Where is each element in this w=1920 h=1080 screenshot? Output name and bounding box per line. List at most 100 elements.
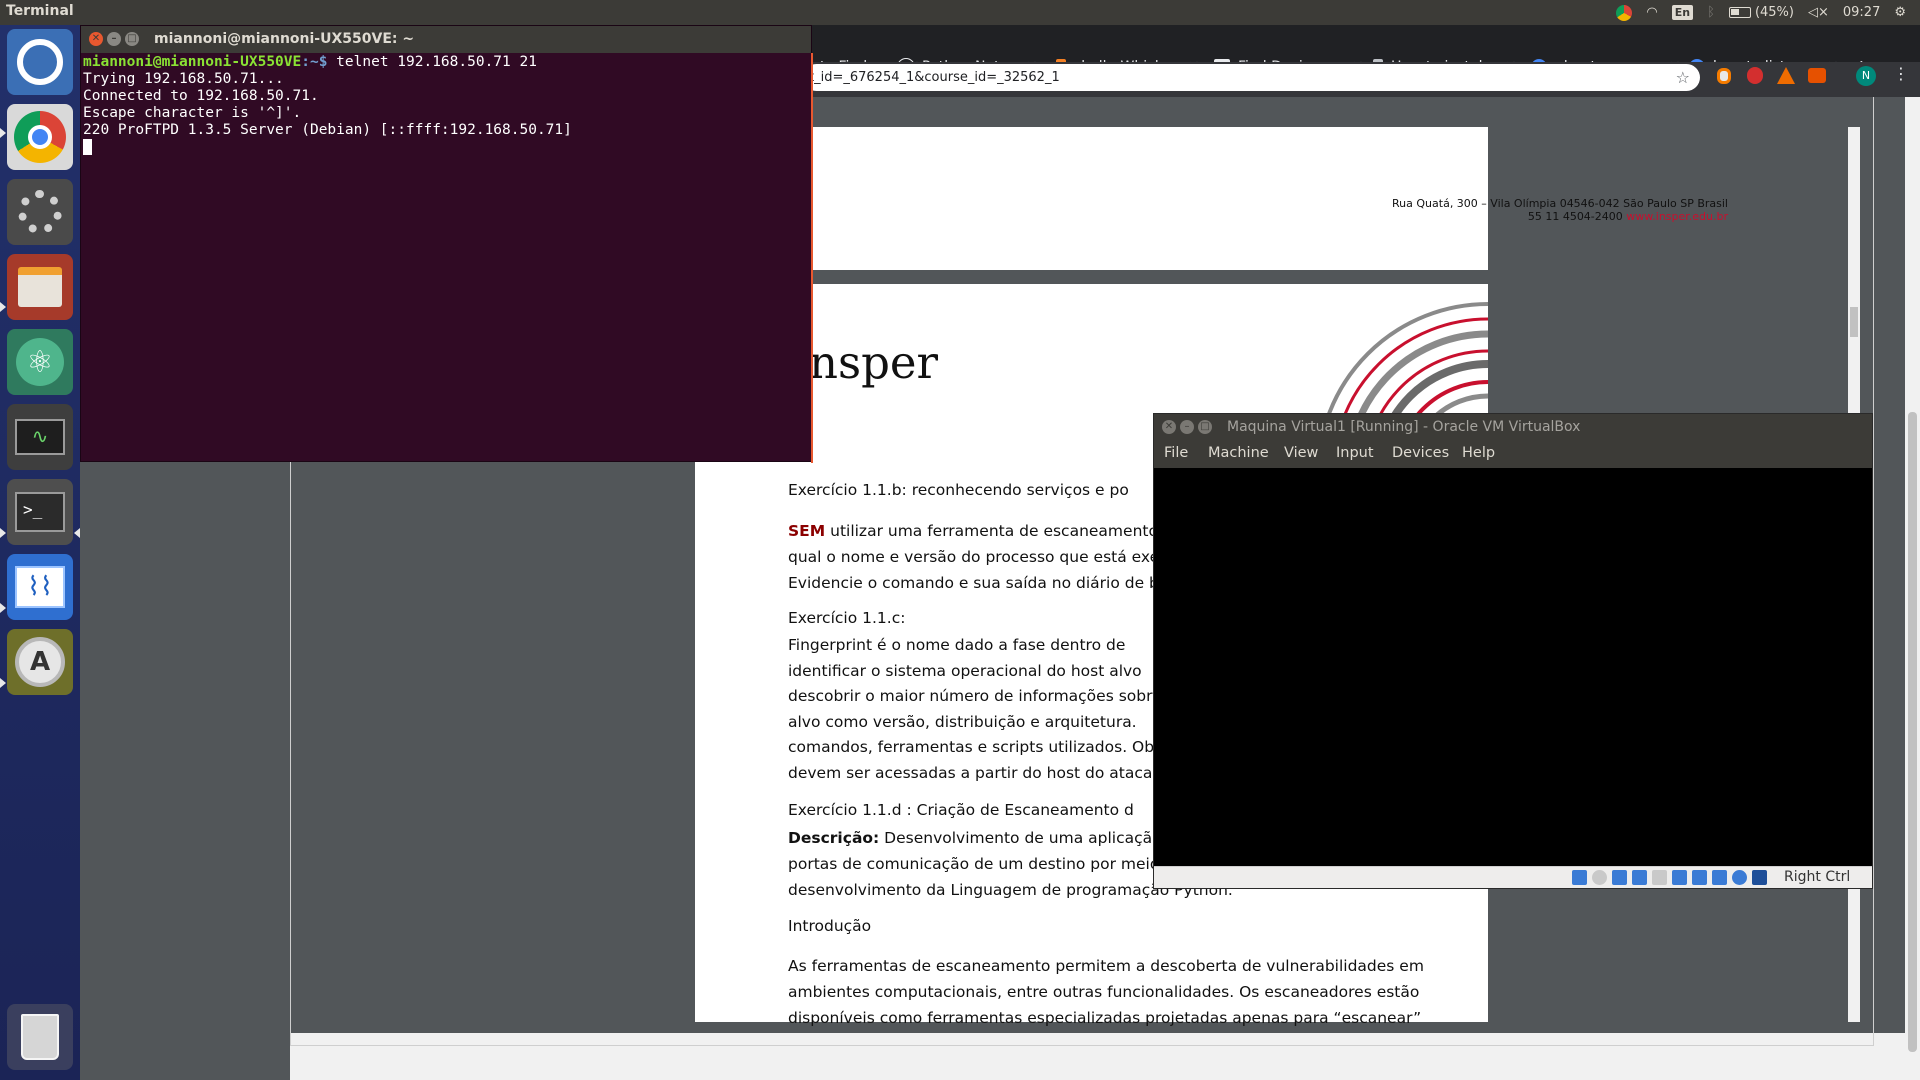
chrome-launcher[interactable]	[7, 104, 73, 170]
sem-emphasis: SEM	[788, 522, 826, 540]
volume-icon[interactable]: ◁×	[1808, 5, 1829, 20]
metamask-icon[interactable]	[1808, 68, 1826, 83]
menu-file[interactable]: File	[1164, 445, 1188, 461]
virtualbox-window[interactable]: ✕ – □ Maquina Virtual1 [Running] - Oracl…	[1153, 413, 1873, 889]
text-line: disponíveis como ferramentas especializa…	[788, 1009, 1422, 1027]
wifi-icon[interactable]: ◠	[1646, 5, 1657, 20]
file-cabinet-icon	[18, 267, 62, 307]
terminal-launcher[interactable]: >_	[7, 479, 73, 545]
intro-body: As ferramentas de escaneamento permitem …	[788, 953, 1424, 1031]
text-line: qual o nome e versão do processo que est…	[788, 548, 1178, 566]
top-panel: Terminal ◠ En ᛒ (45%) ◁× 09:27 ⚙	[0, 0, 1920, 25]
host-key-label: Right Ctrl	[1784, 869, 1851, 885]
exercise-1b-title: Exercício 1.1.b: reconhecendo serviços e…	[788, 481, 1129, 499]
running-indicator	[0, 128, 6, 138]
terminal-command: telnet 192.168.50.71 21	[336, 54, 537, 70]
close-icon[interactable]: ✕	[1162, 420, 1176, 434]
system-settings-launcher[interactable]	[7, 179, 73, 245]
keyboard-layout-indicator[interactable]: En	[1671, 5, 1694, 20]
exercise-1c-body: Fingerprint é o nome dado a fase dentro …	[788, 633, 1178, 786]
vbox-menubar: File Machine View Input Devices Help	[1154, 441, 1872, 468]
exercise-1d-title: Exercício 1.1.d : Criação de Escaneament…	[788, 801, 1134, 819]
atom-launcher[interactable]: ⚛	[7, 329, 73, 395]
star-icon[interactable]: ☆	[1676, 64, 1690, 91]
optical-drive-icon[interactable]	[1592, 870, 1607, 885]
pdf-scrollbar-thumb[interactable]	[1850, 307, 1858, 337]
page-scrollbar-thumb[interactable]	[1908, 412, 1917, 1052]
maximize-icon[interactable]: □	[125, 32, 139, 46]
divider	[290, 1045, 1874, 1046]
bluetooth-icon[interactable]: ᛒ	[1707, 5, 1715, 20]
files-launcher[interactable]	[7, 254, 73, 320]
running-indicator	[0, 302, 6, 312]
terminal-cursor	[83, 139, 92, 155]
cpu-icon[interactable]	[1732, 870, 1747, 885]
vm-display[interactable]	[1154, 468, 1872, 866]
vbox-titlebar[interactable]: ✕ – □ Maquina Virtual1 [Running] - Oracl…	[1154, 414, 1872, 441]
exercise-1b-body: SEM utilizar uma ferramenta de escaneame…	[788, 518, 1178, 596]
settings-icon	[18, 190, 62, 234]
running-indicator	[0, 603, 6, 613]
clock[interactable]: 09:27	[1843, 5, 1880, 20]
footer-phone: 55 11 4504-2400	[1527, 210, 1623, 223]
ubuntu-logo-icon	[17, 39, 63, 85]
chrome-tray-icon[interactable]	[1616, 4, 1633, 21]
maximize-icon[interactable]: □	[1198, 420, 1212, 434]
extension-icon[interactable]	[1717, 68, 1731, 84]
text-line: alvo como versão, distribuição e arquite…	[788, 712, 1137, 731]
terminal-prompt-line: miannoni@miannoni-UX550VE:~$ telnet 192.…	[83, 54, 808, 71]
footer-address: Rua Quatá, 300 – Vila Olímpia 04546-042 …	[1068, 197, 1728, 223]
menu-help[interactable]: Help	[1462, 445, 1495, 461]
audio-icon[interactable]	[1612, 870, 1627, 885]
description-label: Descrição:	[788, 829, 880, 847]
settings-gear-icon[interactable]: ⚙	[1894, 5, 1906, 20]
system-monitor-launcher[interactable]: ∿	[7, 404, 73, 470]
display-icon[interactable]	[1692, 870, 1707, 885]
running-indicator	[0, 528, 6, 538]
terminal-output[interactable]: miannoni@miannoni-UX550VE:~$ telnet 192.…	[83, 54, 808, 156]
exercise-1c-title: Exercício 1.1.c:	[788, 609, 906, 627]
atom-icon: ⚛	[16, 338, 64, 386]
text-line: Fingerprint é o nome dado a fase dentro …	[788, 636, 1126, 654]
software-updater-launcher[interactable]: A	[7, 629, 73, 695]
network-icon[interactable]	[1632, 870, 1647, 885]
menu-icon[interactable]: ⋮	[1893, 64, 1909, 83]
trash-launcher[interactable]	[7, 1004, 73, 1070]
minimize-icon[interactable]: –	[1180, 420, 1194, 434]
adblock-icon[interactable]	[1747, 67, 1763, 84]
virtualbox-launcher[interactable]: ⌇⌇	[7, 554, 73, 620]
battery-indicator[interactable]: (45%)	[1728, 5, 1794, 20]
text-line: ambientes computacionais, entre outras f…	[788, 983, 1420, 1001]
mouse-integration-icon[interactable]	[1752, 870, 1767, 885]
menu-devices[interactable]: Devices	[1392, 445, 1449, 461]
window-edge-highlight	[811, 53, 813, 463]
vbox-statusbar: Right Ctrl	[1154, 866, 1872, 888]
profile-avatar[interactable]: N	[1856, 66, 1876, 86]
terminal-titlebar[interactable]: ✕ – □ miannoni@miannoni-UX550VE: ~	[81, 26, 811, 53]
ubuntu-dash-button[interactable]	[7, 29, 73, 95]
text-line: Desenvolvimento de uma aplicação d	[879, 829, 1177, 847]
prompt-user: miannoni@miannoni-UX550VE	[83, 54, 302, 70]
prompt-path: :~$	[301, 54, 337, 70]
menu-machine[interactable]: Machine	[1208, 445, 1269, 461]
battery-percent: (45%)	[1754, 5, 1794, 20]
updater-icon: A	[15, 637, 65, 687]
address-bar[interactable]: t_id=_676254_1&course_id=_32562_1 ☆	[803, 64, 1700, 91]
menu-input[interactable]: Input	[1336, 445, 1374, 461]
page-scrollbar[interactable]	[1905, 97, 1920, 1080]
menu-view[interactable]: View	[1284, 445, 1318, 461]
footer-address-line: Rua Quatá, 300 – Vila Olímpia 04546-042 …	[1392, 197, 1728, 210]
hard-disk-icon[interactable]	[1572, 870, 1587, 885]
trash-icon	[21, 1014, 59, 1060]
shared-folders-icon[interactable]	[1672, 870, 1687, 885]
close-icon[interactable]: ✕	[89, 32, 103, 46]
battery-icon	[1728, 7, 1751, 18]
video-capture-icon[interactable]	[1712, 870, 1727, 885]
terminal-window[interactable]: ✕ – □ miannoni@miannoni-UX550VE: ~ miann…	[80, 25, 813, 463]
text-line: Evidencie o comando e sua saída no diári…	[788, 574, 1175, 592]
minimize-icon[interactable]: –	[107, 32, 121, 46]
usb-icon[interactable]	[1652, 870, 1667, 885]
intro-title: Introdução	[788, 917, 872, 935]
page-side-strip	[333, 399, 695, 1022]
vlc-icon[interactable]	[1777, 67, 1795, 84]
